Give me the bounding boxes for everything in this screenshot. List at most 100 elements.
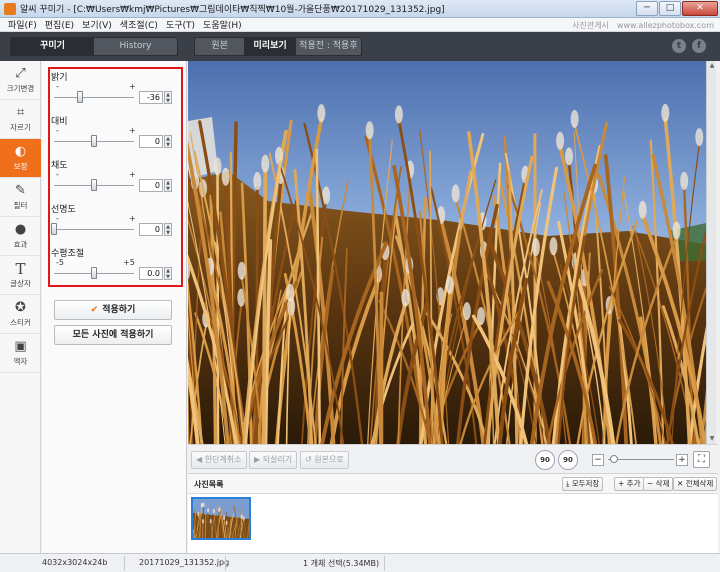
rail-item-sticker[interactable]: ✪ 스티커 [0,295,41,334]
brightness-spinner[interactable]: ▲ ▼ [164,91,172,104]
rotate-right-icon[interactable]: 90 [558,450,578,470]
silver-grass-plume [661,103,670,122]
tab-original[interactable]: 원본 [195,38,245,55]
rail-label: 보정 [13,161,28,171]
sharpness-slider-thumb[interactable] [51,223,57,235]
spin-down-icon[interactable]: ▼ [166,274,170,280]
rail-item-correction[interactable]: ◐ 보정 [0,139,41,178]
photo-gallery-link[interactable]: 사진관게시 [572,20,609,31]
silver-grass-plume [213,157,222,176]
close-button[interactable]: ✕ [682,1,718,16]
spin-down-icon[interactable]: ▼ [166,98,170,104]
horizon-spinner[interactable]: ▲ ▼ [164,267,172,280]
menu-help[interactable]: 도움말(H) [199,18,246,31]
add-photo-button[interactable]: + 추가 [614,477,645,491]
contrast-value[interactable]: 0 [139,135,163,148]
menu-edit[interactable]: 편집(E) [41,18,78,31]
menu-color[interactable]: 색조절(C) [116,18,162,31]
rotate-left-icon[interactable]: 90 [535,450,555,470]
silver-grass-plume [242,516,245,521]
brightness-value[interactable]: -36 [139,91,163,104]
photo-thumbnail[interactable] [191,497,251,540]
horizon-value[interactable]: 0.0 [139,267,163,280]
brightness-max: + [129,82,136,91]
tab-decorate[interactable]: 꾸미기 [11,38,94,55]
saturation-spinner[interactable]: ▲ ▼ [164,179,172,192]
apply-button[interactable]: ✔ 적용하기 [54,300,172,320]
tab-history[interactable]: History [94,38,177,55]
restore-original-button[interactable]: ↺ 원본으로 [300,451,349,469]
brightness-track[interactable] [54,97,134,98]
frame-icon: ▣ [14,339,27,354]
zoom-out-button[interactable]: − [592,454,604,466]
silver-grass-plume [202,519,205,524]
silver-grass-plume [638,200,647,219]
photo-canvas[interactable] [188,61,716,444]
silver-grass-plume [462,302,471,321]
menu-tools[interactable]: 도구(T) [162,18,199,31]
menu-bar: 파일(F) 편집(E) 보기(V) 색조절(C) 도구(T) 도움말(H) 사진… [0,18,720,32]
rail-item-effect[interactable]: ● 효과 [0,217,41,256]
saturation-slider-thumb[interactable] [91,179,97,191]
menu-file[interactable]: 파일(F) [4,18,41,31]
apply-label: 적용하기 [102,305,136,315]
silver-grass-plume [286,283,295,302]
silver-grass-plume [317,104,326,123]
vertical-scrollbar[interactable]: ▲ ▼ [706,61,716,444]
rail-item-resize[interactable]: ⤢ 크기변경 [0,61,41,100]
text-box-icon: T [15,259,26,278]
silver-grass-plume [451,184,460,203]
apply-all-button[interactable]: 모든 사진에 적용하기 [54,325,172,345]
save-all-button[interactable]: ⤓ 모두저장 [562,477,604,491]
status-filename: 20171029_131352.jpg [139,558,230,567]
scroll-up-icon[interactable]: ▲ [707,61,717,71]
silver-grass-plume [223,515,226,520]
rail-item-filter[interactable]: ✎ 필터 [0,178,41,217]
sharpness-track[interactable] [54,229,134,230]
brightness-min: - [56,82,59,91]
fit-screen-icon[interactable]: ⛶ [693,451,710,468]
scroll-down-icon[interactable]: ▼ [707,434,717,444]
silver-grass-plume [672,221,681,240]
zoom-in-button[interactable]: + [676,454,688,466]
facebook-icon[interactable]: f [692,39,706,53]
spin-down-icon[interactable]: ▼ [166,142,170,148]
brightness-control: 밝기 - + -36 ▲ ▼ [51,70,172,116]
horizon-slider-thumb[interactable] [91,267,97,279]
menu-links: 사진관게시 www.allezphotobox.com [572,18,714,32]
photo-image [188,61,716,444]
sharpness-spinner[interactable]: ▲ ▼ [164,223,172,236]
website-link[interactable]: www.allezphotobox.com [617,21,714,30]
tab-preview[interactable]: 미리보기 [244,38,296,55]
twitter-icon[interactable]: t [672,39,686,53]
delete-all-button[interactable]: ✕ 전체삭제 [673,477,718,491]
spin-down-icon[interactable]: ▼ [166,186,170,192]
brightness-slider-thumb[interactable] [76,91,83,103]
status-divider [225,556,226,571]
contrast-spinner[interactable]: ▲ ▼ [164,135,172,148]
rail-label: 효과 [13,239,28,249]
rail-item-frame[interactable]: ▣ 액자 [0,334,41,373]
rail-label: 스티커 [10,317,31,327]
rail-item-crop[interactable]: ⌗ 자르기 [0,100,41,139]
delete-photo-button[interactable]: − 삭제 [643,477,674,491]
spin-down-icon[interactable]: ▼ [166,230,170,236]
maximize-button[interactable]: □ [659,1,681,16]
saturation-value[interactable]: 0 [139,179,163,192]
status-bar: 4032x3024x24b 20171029_131352.jpg 1 개체 선… [0,553,720,572]
thumbnail-image [193,499,249,538]
sharpness-value[interactable]: 0 [139,223,163,236]
app-icon [4,2,16,15]
undo-button[interactable]: ◀ 한단계취소 [191,451,247,469]
silver-grass-plume [253,171,262,190]
rail-label: 크기변경 [6,83,35,93]
menu-view[interactable]: 보기(V) [78,18,116,31]
contrast-slider-thumb[interactable] [91,135,97,147]
silver-grass-plume [445,276,454,295]
zoom-slider-thumb[interactable] [609,455,618,463]
tab-before-after[interactable]: 적용전 : 적용후 [295,38,361,55]
redo-button[interactable]: ▶ 되살리기 [249,451,298,469]
restore-icon: ↺ [305,455,312,464]
minimize-button[interactable]: ─ [636,1,658,16]
rail-item-textbox[interactable]: T 글상자 [0,256,41,295]
